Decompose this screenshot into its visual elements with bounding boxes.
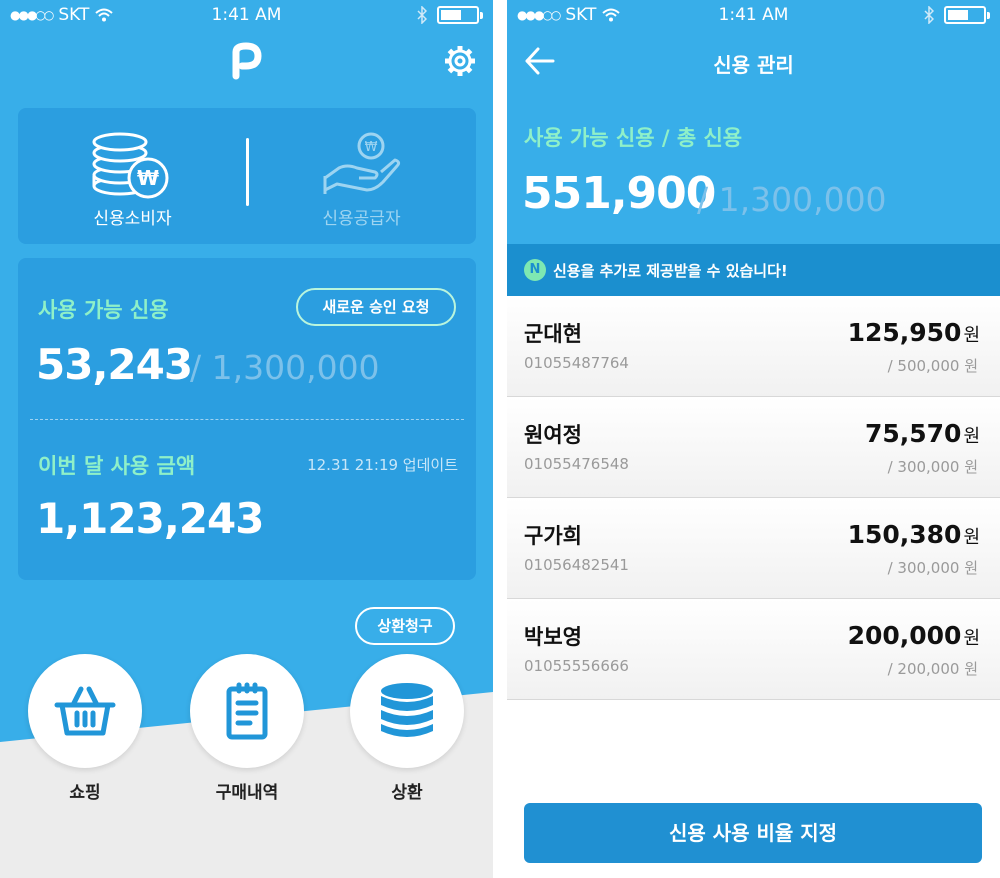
used-amount: 125,950 원	[848, 318, 980, 347]
credit-limit: / 500,000 원	[887, 357, 978, 375]
user-phone: 01055487764	[524, 354, 629, 372]
new-approval-request-button[interactable]: 새로운 승인 요청	[296, 288, 456, 326]
nav-shopping-button[interactable]: 쇼핑	[28, 654, 142, 803]
role-consumer-tab[interactable]: ₩ 신용소비자	[18, 108, 247, 244]
available-credit-amount: 53,243	[36, 340, 193, 389]
list-item[interactable]: 박보영 01055556666 200,000 원 / 200,000 원	[507, 599, 1000, 700]
nav-repay-circle[interactable]	[350, 654, 464, 768]
credit-header: ●●●○○ SKT 1:41 AM 신용 관리 사용 가능 신용 / 총 신용 …	[507, 0, 1000, 244]
nav-repay-button[interactable]: 상환	[350, 654, 464, 803]
currency-unit: 원	[963, 325, 980, 346]
role-selector-card: ₩ 신용소비자 ₩ 신용공급자	[18, 108, 476, 244]
used-amount-value: 125,950	[847, 318, 962, 347]
battery-icon	[944, 6, 990, 24]
shopping-basket-icon	[54, 686, 116, 736]
nav-repay-label: 상환	[391, 783, 423, 803]
used-amount: 200,000 원	[848, 621, 980, 650]
user-name: 원여정	[524, 423, 582, 447]
credit-summary-card: 사용 가능 신용 새로운 승인 요청 53,243 / 1,300,000 이번…	[18, 258, 476, 580]
nav-shopping-circle[interactable]	[28, 654, 142, 768]
currency-unit: 원	[963, 527, 980, 548]
hand-coin-icon: ₩	[323, 132, 401, 194]
home-screen: ●●●○○ SKT 1:41 AM ₩ 신용소비자 ₩ 신용공급자 사용 가능 …	[0, 0, 493, 878]
list-item[interactable]: 군대현 01055487764 125,950 원 / 500,000 원	[507, 296, 1000, 397]
svg-text:₩: ₩	[137, 166, 159, 190]
credit-management-screen: ●●●○○ SKT 1:41 AM 신용 관리 사용 가능 신용 / 총 신용 …	[507, 0, 1000, 878]
nav-history-button[interactable]: 구매내역	[190, 654, 304, 803]
used-amount-value: 200,000	[847, 621, 962, 650]
user-credit-list: 군대현 01055487764 125,950 원 / 500,000 원 원여정…	[507, 296, 1000, 700]
total-credit-amount: / 1,300,000	[190, 348, 380, 387]
available-credit-label: 사용 가능 신용	[38, 298, 169, 322]
user-phone: 01056482541	[524, 556, 629, 574]
user-phone: 01055476548	[524, 455, 629, 473]
nav-shopping-label: 쇼핑	[69, 783, 101, 803]
coins-won-icon: ₩	[92, 132, 169, 199]
user-name: 군대현	[524, 322, 582, 346]
available-credit-amount: 551,900	[522, 168, 716, 219]
role-consumer-label: 신용소비자	[93, 209, 172, 229]
user-name: 박보영	[524, 625, 582, 649]
credit-limit: / 300,000 원	[887, 559, 978, 577]
used-amount-value: 75,570	[864, 419, 962, 448]
used-amount-value: 150,380	[847, 520, 962, 549]
page-title: 신용 관리	[713, 53, 794, 77]
used-amount: 75,570 원	[865, 419, 980, 448]
repay-request-button[interactable]: 상환청구	[355, 607, 455, 645]
credit-limit: / 300,000 원	[887, 458, 978, 476]
role-supplier-tab[interactable]: ₩ 신용공급자	[247, 108, 476, 244]
bluetooth-icon	[924, 6, 934, 24]
monthly-usage-amount: 1,123,243	[36, 494, 264, 543]
card-divider	[30, 419, 464, 420]
credit-limit: / 200,000 원	[887, 660, 978, 678]
currency-unit: 원	[963, 628, 980, 649]
update-timestamp: 12.31 21:19 업데이트	[307, 456, 458, 474]
status-bar: ●●●○○ SKT 1:41 AM	[507, 0, 1000, 30]
total-credit-amount: / 1,300,000	[697, 180, 887, 219]
nav-history-circle[interactable]	[190, 654, 304, 768]
receipt-list-icon	[226, 682, 268, 740]
coin-stack-icon	[381, 683, 433, 737]
settings-gear-icon[interactable]	[443, 44, 477, 78]
bluetooth-icon	[417, 6, 427, 24]
set-credit-ratio-button[interactable]: 신용 사용 비율 지정	[524, 803, 982, 863]
credit-ratio-label: 사용 가능 신용 / 총 신용	[524, 126, 743, 150]
role-supplier-label: 신용공급자	[322, 209, 401, 229]
status-bar: ●●●○○ SKT 1:41 AM	[0, 0, 493, 30]
list-item[interactable]: 원여정 01055476548 75,570 원 / 300,000 원	[507, 397, 1000, 498]
svg-text:₩: ₩	[365, 140, 378, 155]
battery-icon	[437, 6, 483, 24]
currency-unit: 원	[963, 426, 980, 447]
notice-text: 신용을 추가로 제공받을 수 있습니다!	[553, 262, 788, 280]
monthly-usage-label: 이번 달 사용 금액	[38, 454, 196, 478]
notice-banner[interactable]: N 신용을 추가로 제공받을 수 있습니다!	[507, 244, 1000, 296]
user-name: 구가희	[524, 524, 582, 548]
notice-badge-icon: N	[524, 259, 546, 281]
app-logo	[232, 42, 262, 80]
list-item[interactable]: 구가희 01056482541 150,380 원 / 300,000 원	[507, 498, 1000, 599]
user-phone: 01055556666	[524, 657, 629, 675]
used-amount: 150,380 원	[848, 520, 980, 549]
nav-history-label: 구매내역	[215, 783, 279, 803]
